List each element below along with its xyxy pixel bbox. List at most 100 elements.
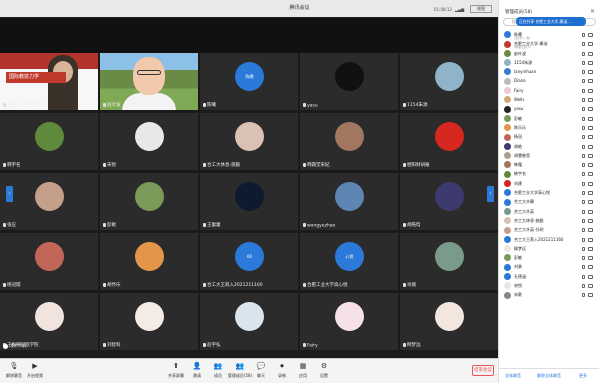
camera-icon[interactable] [588, 293, 593, 298]
camera-icon[interactable] [588, 191, 593, 196]
mic-icon[interactable] [582, 144, 585, 149]
mic-icon[interactable] [582, 284, 585, 289]
camera-icon[interactable] [588, 42, 593, 47]
mic-icon[interactable] [582, 125, 585, 130]
member-row[interactable]: 陈乐乐 [499, 123, 599, 132]
member-row[interactable]: 合工大许英-孙玥 [499, 225, 599, 234]
camera-icon[interactable] [588, 274, 593, 279]
mic-icon[interactable] [582, 200, 585, 205]
mic-icon[interactable] [582, 209, 585, 214]
camera-icon[interactable] [588, 125, 593, 130]
participant-tile[interactable]: 宋悦 [100, 113, 198, 170]
mic-icon[interactable] [582, 256, 585, 261]
camera-icon[interactable] [588, 60, 593, 65]
mic-icon[interactable] [582, 88, 585, 93]
mic-icon[interactable] [582, 293, 585, 298]
member-row[interactable]: 合肥工业大学高心悦 [499, 188, 599, 197]
member-row[interactable]: 宋悦 [499, 281, 599, 290]
camera-icon[interactable] [588, 218, 593, 223]
camera-icon[interactable] [588, 70, 593, 75]
member-row[interactable]: 杨冠 [499, 132, 599, 141]
participant-tile[interactable]: 1154朱源 [400, 53, 498, 110]
mic-icon[interactable] [582, 163, 585, 168]
mic-icon[interactable] [582, 191, 585, 196]
camera-icon[interactable] [588, 88, 593, 93]
mute-all-button[interactable]: 全体静音 [505, 373, 521, 379]
camera-icon[interactable] [588, 163, 593, 168]
mic-icon[interactable] [582, 218, 585, 223]
view-button[interactable]: 视图 [470, 5, 492, 13]
prev-page-arrow-icon[interactable]: ‹ [6, 186, 13, 202]
mic-icon[interactable] [582, 33, 585, 37]
participant-tile[interactable]: 王梅坤国际学院 [0, 293, 98, 350]
camera-icon[interactable] [588, 228, 593, 233]
member-row[interactable]: 合工大王莉入2021211160 [499, 235, 599, 244]
next-page-arrow-icon[interactable]: › [487, 186, 494, 202]
mic-icon[interactable] [582, 274, 585, 279]
member-row[interactable]: 胡皓 [499, 142, 599, 151]
member-row[interactable]: Diana [499, 76, 599, 85]
participant-tile[interactable]: 60 合工大王莉入2021211160 [200, 233, 298, 290]
camera-icon[interactable] [588, 144, 593, 149]
participant-tile[interactable]: 胡乔乐 [100, 233, 198, 290]
mic-icon[interactable] [582, 228, 585, 233]
participant-tile[interactable]: 赵叶波 [100, 53, 198, 110]
member-row[interactable]: yasu [499, 104, 599, 113]
mic-icon[interactable] [582, 172, 585, 177]
member-row[interactable]: 孔德涵 [499, 272, 599, 281]
camera-icon[interactable] [588, 51, 593, 56]
member-row[interactable]: 赵叶波 [499, 49, 599, 58]
mic-icon[interactable] [582, 51, 585, 56]
mic-icon[interactable] [582, 153, 585, 158]
member-row[interactable]: Wells [499, 95, 599, 104]
member-row[interactable]: lanyinhuan [499, 67, 599, 76]
participant-tile[interactable]: 栖阳财研报 [400, 113, 498, 170]
participant-tile[interactable]: 心悦 合肥工业大学高心悦 [300, 233, 398, 290]
participant-tile[interactable]: 杨冠嫦 [0, 233, 98, 290]
member-row[interactable]: 刘建 [499, 179, 599, 188]
member-row[interactable]: 陈曦 (主持人, 我) [499, 30, 599, 40]
participant-tile[interactable]: 张应 [0, 173, 98, 230]
camera-icon[interactable] [588, 116, 593, 121]
camera-icon[interactable] [588, 209, 593, 214]
member-row[interactable]: 韩宇名 [499, 169, 599, 178]
camera-icon[interactable] [588, 200, 593, 205]
mic-icon[interactable] [582, 116, 585, 121]
participant-tile[interactable]: 刘智科 [100, 293, 198, 350]
mic-icon[interactable] [582, 265, 585, 270]
settings-button[interactable]: ⚙ 设置 [311, 362, 337, 379]
member-row[interactable]: 彭敏 [499, 253, 599, 262]
camera-icon[interactable] [588, 79, 593, 84]
camera-icon[interactable] [588, 153, 593, 158]
mic-icon[interactable] [582, 237, 585, 242]
mic-icon[interactable] [582, 60, 585, 65]
start-video-button[interactable]: ▶ 开启视频 [22, 362, 48, 379]
mic-icon[interactable] [582, 42, 585, 47]
participant-tile[interactable]: 韩宇名 [0, 113, 98, 170]
participant-tile[interactable]: 柳梦远 [400, 293, 498, 350]
camera-icon[interactable] [588, 98, 593, 103]
participant-tile[interactable]: 合工大休息-施懿 [200, 113, 298, 170]
camera-icon[interactable] [588, 107, 593, 112]
member-row[interactable]: Fairy [499, 86, 599, 95]
member-row[interactable]: 彭敏 [499, 114, 599, 123]
member-row[interactable]: 合肥工业大学-康溢 (联席主持人) [499, 39, 599, 49]
panel-close-icon[interactable]: ✕ [590, 8, 595, 15]
participant-tile[interactable]: 国际教技力学 合肥工业大学-康溢 [0, 53, 98, 110]
participant-tile[interactable]: yasu [300, 53, 398, 110]
mic-icon[interactable] [582, 135, 585, 140]
camera-icon[interactable] [588, 172, 593, 177]
participant-tile[interactable]: wangyezhao [300, 173, 398, 230]
camera-icon[interactable] [588, 135, 593, 140]
member-row[interactable]: 合工大许静 [499, 197, 599, 206]
more-button[interactable]: 更多 [579, 373, 587, 379]
mic-icon[interactable] [582, 107, 585, 112]
member-row[interactable]: 柳梦远 [499, 244, 599, 253]
camera-icon[interactable] [588, 265, 593, 270]
member-row[interactable]: 刘勇 [499, 262, 599, 271]
member-row[interactable]: 宋歌 [499, 290, 599, 299]
mic-icon[interactable] [582, 79, 585, 84]
participant-tile[interactable]: 陈曦 陈曦 [200, 53, 298, 110]
camera-icon[interactable] [588, 237, 593, 242]
participant-tile[interactable]: 肖楠 [400, 233, 498, 290]
